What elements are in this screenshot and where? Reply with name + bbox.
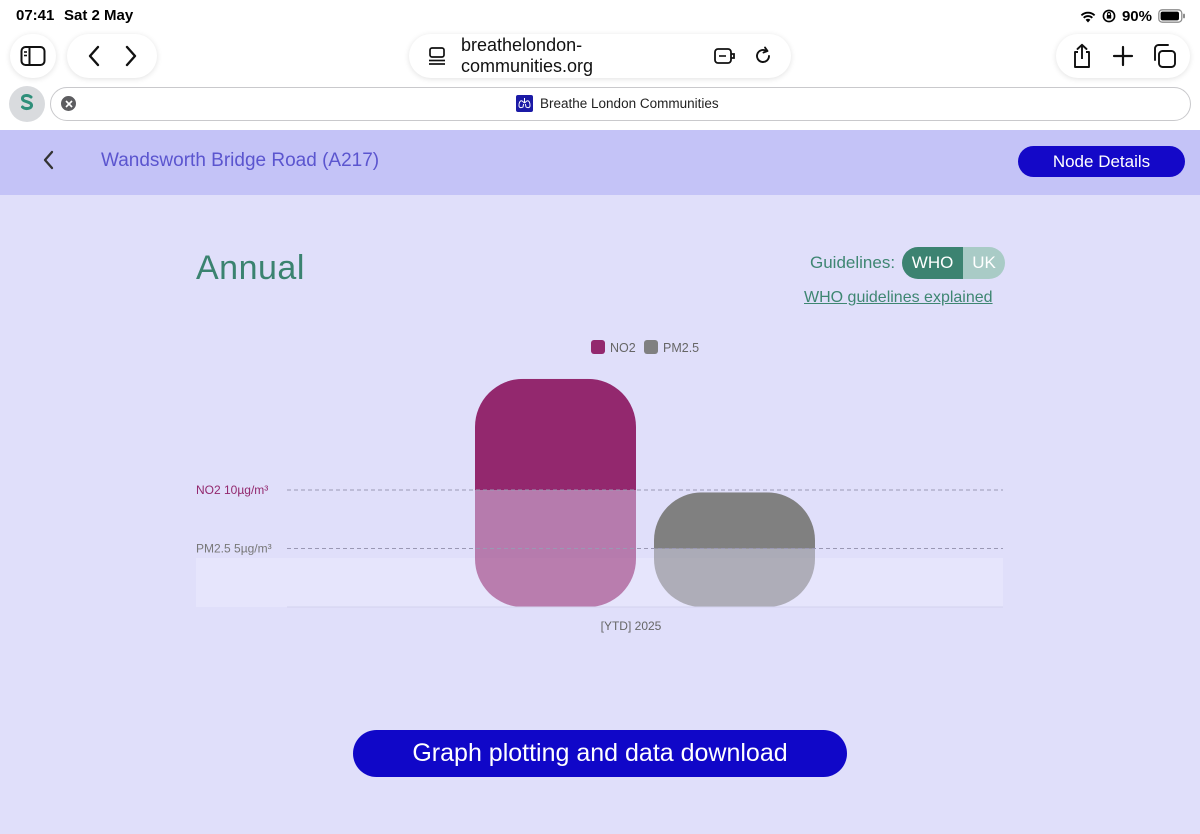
bar-above-guideline <box>475 378 636 490</box>
legend-swatch <box>591 340 605 354</box>
annual-chart: NO2 10µg/m³ PM2.5 5µg/m³ [YTD] 2025 NO2 PM2.… <box>196 340 1003 633</box>
bar-below-guideline <box>654 548 815 607</box>
graph-download-button[interactable]: Graph plotting and data download <box>353 730 847 777</box>
bar-above-guideline <box>654 492 815 549</box>
legend-swatch <box>644 340 658 354</box>
x-tick-label: [YTD] 2025 <box>601 619 662 633</box>
guideline-label: PM2.5 5µg/m³ <box>196 542 272 556</box>
pm25-bar <box>654 492 815 607</box>
no2-bar <box>475 378 636 607</box>
legend-label: PM2.5 <box>663 341 699 355</box>
guideline-label: NO2 10µg/m³ <box>196 483 268 497</box>
legend-label: NO2 <box>610 341 636 355</box>
